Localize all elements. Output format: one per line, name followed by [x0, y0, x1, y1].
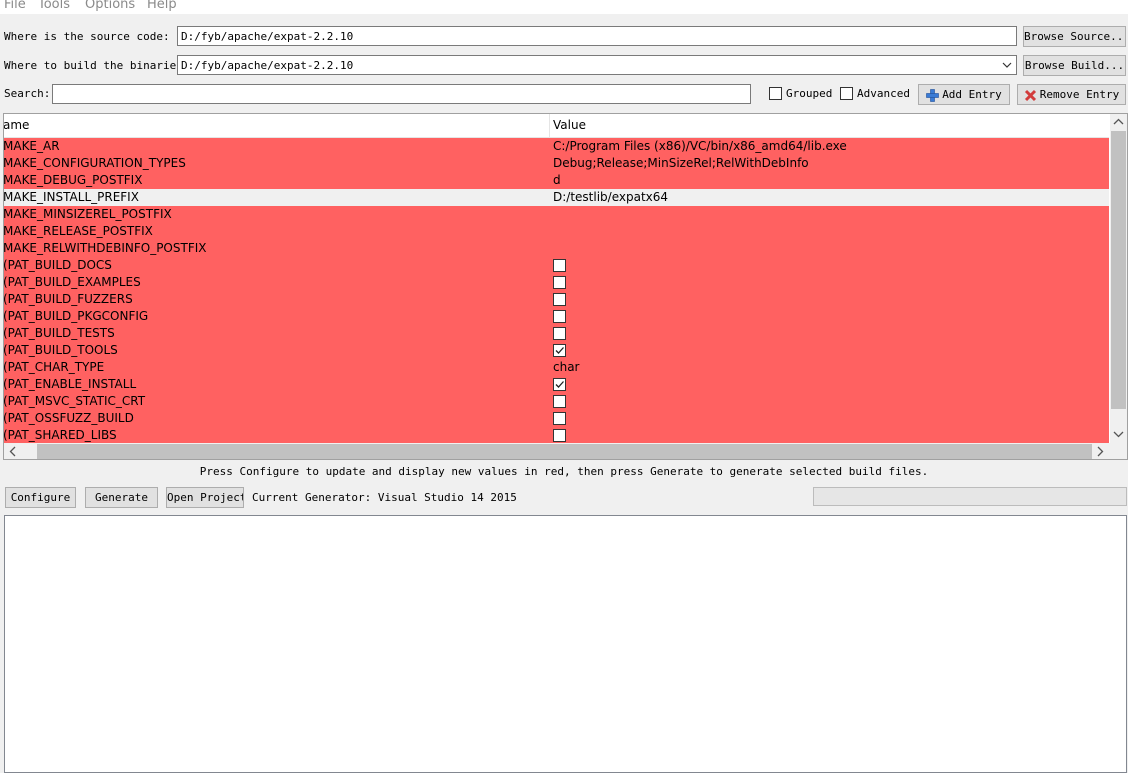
build-path-value: D:/fyb/apache/expat-2.2.10 — [181, 59, 354, 72]
cell-value: Debug;Release;MinSizeRel;RelWithDebInfo — [553, 156, 809, 170]
column-header-value[interactable]: Value — [553, 118, 586, 132]
remove-x-icon — [1024, 89, 1036, 101]
table-row[interactable]: MAKE_AR C:/Program Files (x86)/VC/bin/x86… — [4, 138, 1109, 155]
source-path-input[interactable]: D:/fyb/apache/expat-2.2.10 — [177, 26, 1017, 46]
advanced-label: Advanced — [857, 87, 910, 100]
table-header: ame Value — [4, 114, 1109, 138]
table-row[interactable]: (PAT_CHAR_TYPE char — [4, 359, 1109, 376]
cell-name: (PAT_BUILD_PKGCONFIG — [3, 309, 149, 323]
advanced-checkbox[interactable] — [840, 87, 853, 100]
build-label: Where to build the binaries: — [4, 59, 190, 72]
table-row[interactable]: MAKE_RELWITHDEBINFO_POSTFIX — [4, 240, 1109, 257]
value-checkbox[interactable] — [553, 276, 566, 289]
table-row[interactable]: MAKE_DEBUG_POSTFIX d — [4, 172, 1109, 189]
value-checkbox[interactable] — [553, 310, 566, 323]
remove-entry-button[interactable]: Remove Entry — [1017, 84, 1126, 105]
checkmark-icon — [555, 381, 564, 388]
cell-name: MAKE_AR — [3, 139, 60, 153]
add-entry-button[interactable]: Add Entry — [918, 84, 1010, 105]
cell-value: D:/testlib/expatx64 — [553, 190, 669, 204]
cell-value: char — [553, 360, 580, 374]
chevron-down-icon[interactable] — [1000, 57, 1014, 73]
cell-name: (PAT_BUILD_TESTS — [3, 326, 115, 340]
grouped-checkbox[interactable] — [769, 87, 782, 100]
cell-name: MAKE_INSTALL_PREFIX — [3, 190, 139, 204]
table-row[interactable]: MAKE_CONFIGURATION_TYPES Debug;Release;Mi… — [4, 155, 1109, 172]
value-checkbox[interactable] — [553, 378, 566, 391]
cell-name: (PAT_SHARED_LIBS — [3, 428, 117, 442]
plus-icon — [926, 88, 939, 102]
table-row[interactable]: (PAT_BUILD_DOCS — [4, 257, 1109, 274]
status-hint: Press Configure to update and display ne… — [199, 465, 929, 478]
menu-file[interactable]: File — [4, 0, 26, 12]
value-checkbox[interactable] — [553, 259, 566, 272]
cell-name: (PAT_OSSFUZZ_BUILD — [3, 411, 134, 425]
table-rows: MAKE_AR C:/Program Files (x86)/VC/bin/x86… — [4, 138, 1109, 444]
add-entry-label: Add Entry — [942, 88, 1002, 101]
menu-options[interactable]: Options — [85, 0, 135, 12]
value-checkbox[interactable] — [553, 293, 566, 306]
scroll-left-icon[interactable] — [9, 446, 17, 457]
table-row[interactable]: (PAT_BUILD_FUZZERS — [4, 291, 1109, 308]
menu-tools[interactable]: Tools — [38, 0, 70, 12]
remove-entry-label: Remove Entry — [1039, 88, 1120, 101]
table-row[interactable]: (PAT_BUILD_TESTS — [4, 325, 1109, 342]
cell-name: MAKE_MINSIZEREL_POSTFIX — [3, 207, 172, 221]
current-generator: Current Generator: Visual Studio 14 2015 — [252, 491, 517, 504]
table-row[interactable]: (PAT_ENABLE_INSTALL — [4, 376, 1109, 393]
cell-name: MAKE_CONFIGURATION_TYPES — [3, 156, 186, 170]
horizontal-scroll-thumb[interactable] — [37, 444, 1092, 459]
table-row[interactable]: (PAT_BUILD_PKGCONFIG — [4, 308, 1109, 325]
grouped-label: Grouped — [786, 87, 833, 100]
vertical-scroll-thumb[interactable] — [1111, 131, 1126, 409]
cell-name: (PAT_MSVC_STATIC_CRT — [3, 394, 146, 408]
build-path-combo[interactable]: D:/fyb/apache/expat-2.2.10 — [177, 55, 1017, 75]
progress-bar — [813, 487, 1127, 506]
configure-button[interactable]: Configure — [5, 487, 76, 508]
search-input[interactable] — [52, 84, 751, 104]
cache-table: ame Value MAKE_AR C:/Program Files (x86)/… — [3, 113, 1128, 460]
cell-name: MAKE_RELEASE_POSTFIX — [3, 224, 153, 238]
value-checkbox[interactable] — [553, 327, 566, 340]
column-header-name[interactable]: ame — [4, 118, 29, 132]
value-checkbox[interactable] — [553, 412, 566, 425]
column-divider[interactable] — [549, 114, 550, 138]
browse-source-button[interactable]: Browse Source... — [1023, 26, 1126, 47]
table-row[interactable]: MAKE_RELEASE_POSTFIX — [4, 223, 1109, 240]
menu-help[interactable]: Help — [147, 0, 177, 12]
table-row[interactable]: (PAT_BUILD_EXAMPLES — [4, 274, 1109, 291]
search-label: Search: — [4, 87, 51, 100]
table-row[interactable]: MAKE_MINSIZEREL_POSTFIX — [4, 206, 1109, 223]
cell-name: (PAT_CHAR_TYPE — [3, 360, 105, 374]
cell-name: (PAT_ENABLE_INSTALL — [3, 377, 137, 391]
output-log[interactable] — [4, 515, 1127, 773]
cell-value: C:/Program Files (x86)/VC/bin/x86_amd64/… — [553, 139, 847, 153]
vertical-scrollbar[interactable] — [1110, 114, 1127, 444]
scroll-up-icon[interactable] — [1113, 118, 1124, 126]
generate-button[interactable]: Generate — [85, 487, 158, 508]
checkmark-icon — [555, 347, 564, 354]
table-row[interactable]: (PAT_MSVC_STATIC_CRT — [4, 393, 1109, 410]
table-row[interactable]: (PAT_BUILD_TOOLS — [4, 342, 1109, 359]
source-label: Where is the source code: — [4, 30, 170, 43]
browse-build-button[interactable]: Browse Build... — [1023, 55, 1126, 76]
scroll-right-icon[interactable] — [1096, 446, 1104, 457]
cell-name: (PAT_BUILD_DOCS — [3, 258, 112, 272]
value-checkbox[interactable] — [553, 429, 566, 442]
menu-bar: File Tools Options Help — [0, 0, 1128, 14]
cell-name: MAKE_DEBUG_POSTFIX — [3, 173, 143, 187]
cell-name: (PAT_BUILD_EXAMPLES — [3, 275, 141, 289]
table-row[interactable]: (PAT_OSSFUZZ_BUILD — [4, 410, 1109, 427]
cell-name: MAKE_RELWITHDEBINFO_POSTFIX — [3, 241, 207, 255]
value-checkbox[interactable] — [553, 344, 566, 357]
scroll-down-icon[interactable] — [1113, 430, 1124, 438]
open-project-button[interactable]: Open Project — [166, 487, 244, 508]
cell-name: (PAT_BUILD_TOOLS — [3, 343, 118, 357]
cell-name: (PAT_BUILD_FUZZERS — [3, 292, 133, 306]
table-row[interactable]: (PAT_SHARED_LIBS — [4, 427, 1109, 444]
cell-value: d — [553, 173, 561, 187]
table-row[interactable]: MAKE_INSTALL_PREFIX D:/testlib/expatx64 — [4, 189, 1109, 206]
horizontal-scrollbar[interactable] — [4, 443, 1127, 459]
value-checkbox[interactable] — [553, 395, 566, 408]
